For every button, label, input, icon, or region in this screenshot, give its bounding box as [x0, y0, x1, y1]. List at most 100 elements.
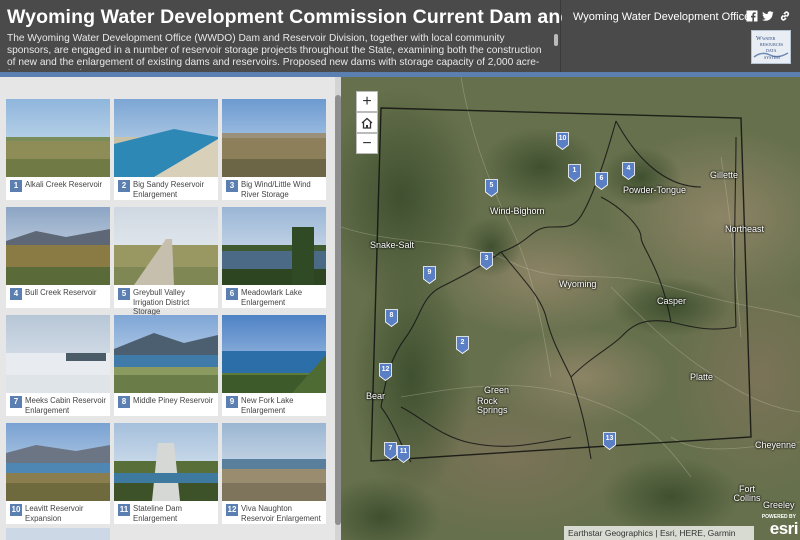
map-marker[interactable]: 13 — [603, 432, 616, 450]
gallery-card[interactable]: 11 Stateline Dam Enlargement — [114, 423, 218, 524]
card-number: 5 — [118, 288, 130, 300]
gallery-card[interactable]: 8 Middle Piney Reservoir — [114, 315, 218, 416]
card-thumbnail[interactable] — [222, 423, 326, 501]
map-marker[interactable]: 4 — [622, 162, 635, 180]
card-thumbnail[interactable] — [6, 207, 110, 285]
header-divider — [560, 0, 561, 72]
marker-number: 11 — [399, 448, 408, 455]
next-card-peek — [6, 528, 110, 540]
marker-number: 1 — [572, 167, 577, 174]
header-description: The Wyoming Water Development Office (WW… — [7, 33, 542, 70]
project-gallery[interactable]: 1 Alkali Creek Reservoir 2 Big Sandy Reserv… — [0, 77, 341, 540]
card-number: 4 — [10, 288, 22, 300]
project-photo — [114, 315, 218, 393]
map-marker[interactable]: 1 — [568, 164, 581, 182]
card-title: Leavitt Reservoir Expansion — [25, 504, 84, 523]
card-number: 7 — [10, 396, 22, 408]
card-title: Alkali Creek Reservoir — [25, 180, 103, 189]
card-thumbnail[interactable] — [114, 423, 218, 501]
card-thumbnail[interactable] — [6, 423, 110, 501]
gallery-card[interactable]: 5 Greybull Valley Irrigation District Sto… — [114, 207, 218, 316]
home-button[interactable] — [356, 112, 378, 133]
description-scroll-thumb[interactable] — [554, 34, 558, 46]
card-title: Meadowlark Lake Enlargement — [241, 288, 303, 307]
card-number: 2 — [118, 180, 130, 192]
marker-number: 4 — [626, 165, 631, 172]
marker-number: 8 — [389, 312, 394, 319]
project-photo — [6, 423, 110, 501]
card-thumbnail[interactable] — [114, 315, 218, 393]
home-icon — [361, 117, 373, 129]
marker-number: 3 — [484, 255, 489, 262]
svg-text:WATER: WATER — [762, 36, 776, 41]
map-marker[interactable]: 8 — [385, 309, 398, 327]
card-thumbnail[interactable] — [222, 99, 326, 177]
header: Wyoming Water Development Commission Cur… — [0, 0, 800, 72]
project-photo — [222, 99, 326, 177]
map-label-casper: Casper — [657, 296, 687, 306]
svg-text:DATA: DATA — [766, 48, 776, 53]
facebook-icon[interactable] — [746, 10, 758, 22]
project-photo — [6, 207, 110, 285]
card-thumbnail[interactable] — [6, 99, 110, 177]
page-title: Wyoming Water Development Commission Cur… — [7, 6, 562, 28]
description-scrollbar[interactable] — [553, 32, 559, 68]
map-label-greeley: Greeley — [763, 500, 795, 510]
map-marker[interactable]: 10 — [556, 132, 569, 150]
card-number: 1 — [10, 180, 22, 192]
project-photo — [114, 99, 218, 177]
map-marker[interactable]: 2 — [456, 336, 469, 354]
wrds-logo[interactable]: W WATER RESOURCES DATA SYSTEM — [751, 30, 791, 64]
gallery-card[interactable]: 4 Bull Creek Reservoir — [6, 207, 110, 308]
card-thumbnail[interactable] — [6, 315, 110, 393]
map-marker[interactable]: 9 — [423, 266, 436, 284]
office-name[interactable]: Wyoming Water Development Office — [573, 11, 750, 23]
marker-number: 9 — [427, 269, 432, 276]
gallery-card[interactable]: 12 Viva Naughton Reservoir Enlargement — [222, 423, 326, 524]
project-photo — [222, 315, 326, 393]
card-thumbnail[interactable] — [114, 99, 218, 177]
card-thumbnail[interactable] — [222, 315, 326, 393]
map-marker[interactable]: 11 — [397, 445, 410, 463]
project-photo — [6, 99, 110, 177]
card-number: 6 — [226, 288, 238, 300]
marker-number: 5 — [489, 182, 494, 189]
zoom-in-button[interactable]: + — [356, 91, 378, 112]
map-label-cheyenne: Cheyenne — [755, 440, 797, 450]
map-marker[interactable]: 3 — [480, 252, 493, 270]
marker-number: 7 — [388, 445, 393, 452]
esri-logo[interactable]: POWERED BY esri — [756, 514, 800, 540]
card-title: Middle Piney Reservoir — [133, 396, 214, 405]
project-photo — [222, 423, 326, 501]
map-label-wind: Wind-Bighorn — [490, 206, 545, 216]
card-title: Big Wind/Little Wind River Storage — [241, 180, 311, 199]
map-label-powder: Powder-Tongue — [623, 185, 687, 195]
link-icon[interactable] — [779, 10, 791, 22]
satellite-basemap — [341, 77, 800, 540]
gallery-card[interactable]: 1 Alkali Creek Reservoir — [6, 99, 110, 200]
card-thumbnail[interactable] — [222, 207, 326, 285]
gallery-card[interactable]: 7 Meeks Cabin Reservoir Enlargement — [6, 315, 110, 416]
gallery-card[interactable]: 2 Big Sandy Reservoir Enlargement — [114, 99, 218, 200]
gallery-card[interactable]: 9 New Fork Lake Enlargement — [222, 315, 326, 416]
gallery-card[interactable]: 3 Big Wind/Little Wind River Storage — [222, 99, 326, 200]
map-marker[interactable]: 6 — [595, 172, 608, 190]
gallery-card[interactable]: 6 Meadowlark Lake Enlargement — [222, 207, 326, 308]
map-label-wyoming: Wyoming — [559, 279, 597, 289]
zoom-out-button[interactable]: − — [356, 133, 378, 154]
card-title: Stateline Dam Enlargement — [133, 504, 182, 523]
map-marker[interactable]: 5 — [485, 179, 498, 197]
card-number: 3 — [226, 180, 238, 192]
card-title: Bull Creek Reservoir — [25, 288, 97, 297]
gallery-card[interactable]: 10 Leavitt Reservoir Expansion — [6, 423, 110, 524]
twitter-icon[interactable] — [762, 10, 774, 22]
card-thumbnail[interactable] — [114, 207, 218, 285]
card-number: 8 — [118, 396, 130, 408]
map-marker[interactable]: 7 — [384, 442, 397, 460]
map-view[interactable]: + − Powder-Tongue Gillette Wind-Bighorn Nor… — [341, 77, 800, 540]
marker-number: 13 — [605, 435, 614, 442]
map-attribution[interactable]: Earthstar Geographics | Esri, HERE, Garm… — [564, 526, 754, 540]
svg-text:RESOURCES: RESOURCES — [760, 42, 783, 47]
map-label-green: Green — [484, 385, 510, 395]
map-marker[interactable]: 12 — [379, 363, 392, 381]
